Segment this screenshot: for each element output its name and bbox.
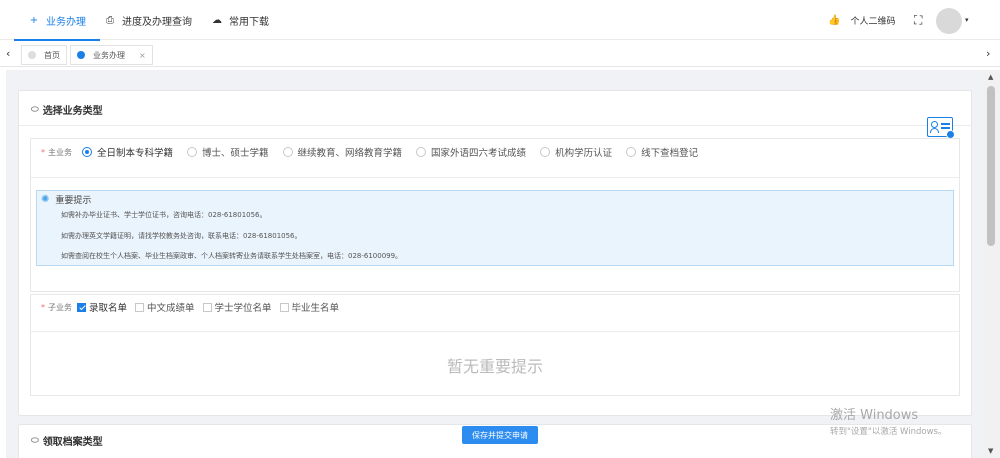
divider bbox=[31, 331, 959, 332]
windows-activation-watermark: 激活 Windows 转到"设置"以激活 Windows。 bbox=[830, 404, 946, 437]
scroll-up-icon[interactable]: ▲ bbox=[988, 73, 993, 81]
radio-label: 全日制本专科学籍 bbox=[97, 148, 174, 159]
section-title: ⬭ 选择业务类型 bbox=[31, 102, 103, 118]
radio-label: 机构学历认证 bbox=[555, 148, 613, 159]
radio-circle bbox=[282, 147, 293, 157]
avatar[interactable] bbox=[936, 8, 962, 34]
checkbox-transcript[interactable]: 中文成绩单 bbox=[135, 300, 195, 314]
tip-line: 如需补办毕业证书、学士学位证书，咨询电话：028-61801056。 bbox=[61, 211, 267, 219]
sub-business-label: 子业务 bbox=[48, 302, 72, 312]
main-business-label: 主业务 bbox=[48, 147, 72, 157]
tab-dot-icon bbox=[77, 51, 85, 59]
vertical-scrollbar[interactable]: ▲ ▼ bbox=[984, 70, 1000, 458]
thumbs-up-icon: 👍 bbox=[828, 14, 841, 26]
tip-header: ✺ 重要提示 bbox=[41, 193, 91, 206]
radio-label: 国家外语四六考试成绩 bbox=[431, 148, 527, 159]
watermark-line2: 转到"设置"以激活 Windows。 bbox=[830, 427, 947, 437]
lightbulb-icon: ✺ bbox=[41, 194, 50, 205]
tab-business[interactable]: 业务办理 × bbox=[70, 45, 153, 65]
checkbox-admission-list[interactable]: 录取名单 bbox=[77, 300, 127, 314]
empty-hint: 暂无重要提示 bbox=[446, 357, 543, 376]
close-icon[interactable]: × bbox=[139, 51, 146, 60]
radio-circle bbox=[187, 147, 198, 157]
top-nav: + 业务办理 ⎙ 进度及办理查询 ☁ 常用下载 👍 个人二维码 ⛶ ▾ bbox=[0, 0, 1000, 41]
plus-icon: + bbox=[29, 14, 39, 26]
nav-tab-progress[interactable]: ⎙ 进度及办理查询 bbox=[104, 0, 192, 40]
chevron-right-icon[interactable]: › bbox=[986, 47, 990, 60]
required-mark: * bbox=[41, 147, 45, 157]
section-title-text: 选择业务类型 bbox=[42, 106, 103, 117]
checkbox-box bbox=[202, 302, 212, 312]
tab-home[interactable]: 首页 bbox=[21, 45, 67, 65]
radio-label: 博士、硕士学籍 bbox=[202, 148, 269, 159]
id-card-icon[interactable] bbox=[927, 117, 955, 139]
section-title: ⬭ 领取档案类型 bbox=[31, 433, 103, 449]
scrollbar-thumb[interactable] bbox=[987, 86, 995, 246]
tip-line: 如需查阅在校生个人档案、毕业生档案政审、个人档案转寄业务请联系学生处档案室，电话… bbox=[61, 252, 403, 260]
tag-icon: ⬭ bbox=[31, 104, 39, 115]
fullscreen-icon[interactable]: ⛶ bbox=[914, 0, 922, 40]
radio-circle bbox=[416, 147, 427, 157]
divider bbox=[19, 125, 971, 126]
radio-offline[interactable]: 线下查档登记 bbox=[626, 145, 698, 159]
tab-home-label: 首页 bbox=[44, 50, 60, 60]
radio-continuing[interactable]: 继续教育、网络教育学籍 bbox=[282, 145, 403, 159]
tag-icon: ⬭ bbox=[31, 435, 39, 446]
scroll-down-icon[interactable]: ▼ bbox=[988, 447, 993, 455]
radio-circle bbox=[540, 147, 551, 157]
checkbox-box bbox=[77, 302, 86, 312]
radio-label: 线下查档登记 bbox=[641, 148, 699, 159]
nav-tab-downloads[interactable]: ☁ 常用下载 bbox=[211, 0, 269, 40]
radio-cet[interactable]: 国家外语四六考试成绩 bbox=[416, 145, 526, 159]
cloud-download-icon: ☁ bbox=[212, 14, 222, 26]
checkbox-degree-list[interactable]: 学士学位名单 bbox=[202, 300, 272, 314]
main-business-row: * 主业务 全日制本专科学籍 博士、硕士学籍 继续教育、网络教育学籍 国家外语四… bbox=[41, 145, 712, 159]
chevron-left-icon[interactable]: ‹ bbox=[6, 47, 10, 60]
printer-icon: ⎙ bbox=[106, 14, 114, 26]
checkbox-box bbox=[279, 302, 289, 312]
required-mark: * bbox=[41, 302, 45, 312]
radio-circle bbox=[626, 147, 637, 157]
tip-line: 如需办理英文学籍证明，请找学校教务处咨询，联系电话：028-61801056。 bbox=[61, 232, 302, 240]
radio-label: 继续教育、网络教育学籍 bbox=[297, 148, 403, 159]
watermark-line1: 激活 Windows bbox=[830, 408, 919, 423]
submit-button[interactable]: 保存并提交申请 bbox=[462, 426, 538, 444]
nav-tab-business[interactable]: + 业务办理 bbox=[14, 0, 100, 41]
radio-fulltime[interactable]: 全日制本专科学籍 bbox=[82, 145, 173, 159]
checkbox-box bbox=[135, 302, 145, 312]
checkbox-label: 中文成绩单 bbox=[147, 303, 195, 314]
nav-tab-label: 常用下载 bbox=[229, 16, 269, 28]
section-title-text: 领取档案类型 bbox=[42, 437, 103, 448]
qrcode-link[interactable]: 👍 个人二维码 bbox=[828, 0, 895, 40]
checkbox-label: 录取名单 bbox=[89, 303, 128, 314]
radio-circle bbox=[82, 147, 92, 157]
important-tip: ✺ 重要提示 如需补办毕业证书、学士学位证书，咨询电话：028-61801056… bbox=[36, 190, 954, 266]
divider bbox=[31, 177, 959, 178]
checkbox-label: 毕业生名单 bbox=[291, 303, 340, 314]
radio-institution[interactable]: 机构学历认证 bbox=[540, 145, 612, 159]
checkbox-graduate-list[interactable]: 毕业生名单 bbox=[279, 300, 340, 314]
chevron-down-icon[interactable]: ▾ bbox=[965, 16, 969, 24]
checkbox-label: 学士学位名单 bbox=[214, 303, 272, 314]
radio-postgrad[interactable]: 博士、硕士学籍 bbox=[187, 145, 269, 159]
tip-title: 重要提示 bbox=[55, 196, 92, 206]
nav-tab-label: 进度及办理查询 bbox=[122, 16, 192, 28]
sub-business-row: * 子业务 录取名单 中文成绩单 学士学位名单 毕业生名单 bbox=[41, 300, 347, 314]
page-tabs-bar: ‹ 首页 业务办理 × › bbox=[0, 43, 1000, 67]
tab-business-label: 业务办理 bbox=[93, 50, 125, 60]
nav-tab-label: 业务办理 bbox=[46, 16, 86, 28]
tab-dot-icon bbox=[28, 51, 36, 59]
qrcode-label: 个人二维码 bbox=[850, 16, 896, 27]
